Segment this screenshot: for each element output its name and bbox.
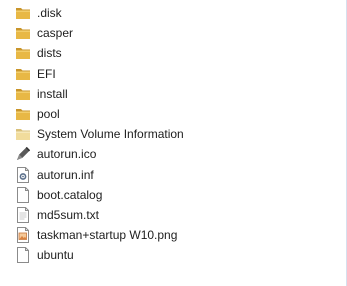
folder-icon	[14, 24, 32, 42]
file-name: EFI	[37, 66, 56, 81]
file-name: System Volume Information	[37, 127, 184, 142]
list-item[interactable]: autorun.ico	[8, 144, 338, 164]
list-item[interactable]: taskman+startup W10.png	[8, 225, 338, 245]
folder-icon	[14, 65, 32, 83]
list-item[interactable]: boot.catalog	[8, 185, 338, 205]
list-item[interactable]: autorun.inf	[8, 165, 338, 185]
file-name: ubuntu	[37, 248, 74, 263]
folder-icon	[14, 44, 32, 62]
list-item[interactable]: System Volume Information	[8, 124, 338, 144]
file-name: autorun.inf	[37, 167, 94, 182]
file-name: boot.catalog	[37, 187, 103, 202]
blank-file-icon	[14, 246, 32, 264]
locked-folder-icon	[14, 125, 32, 143]
list-item[interactable]: install	[8, 84, 338, 104]
settings-file-icon	[14, 166, 32, 184]
folder-icon	[14, 4, 32, 22]
list-item[interactable]: EFI	[8, 64, 338, 84]
list-item[interactable]: ubuntu	[8, 245, 338, 265]
file-name: pool	[37, 107, 60, 122]
list-item[interactable]: casper	[8, 23, 338, 43]
file-name: md5sum.txt	[37, 207, 100, 222]
text-file-icon	[14, 206, 32, 224]
list-item[interactable]: pool	[8, 104, 338, 124]
file-list: .disk casper dists EFI install pool Syst…	[8, 3, 338, 265]
folder-icon	[14, 85, 32, 103]
blank-file-icon	[14, 186, 32, 204]
image-file-icon	[14, 226, 32, 244]
file-name: casper	[37, 26, 74, 41]
file-list-pane: .disk casper dists EFI install pool Syst…	[0, 0, 347, 286]
list-item[interactable]: md5sum.txt	[8, 205, 338, 225]
file-name: autorun.ico	[37, 147, 97, 162]
file-name: taskman+startup W10.png	[37, 228, 178, 243]
list-item[interactable]: .disk	[8, 3, 338, 23]
pen-icon	[14, 145, 32, 163]
folder-icon	[14, 105, 32, 123]
file-name: install	[37, 86, 68, 101]
file-name: dists	[37, 46, 62, 61]
list-item[interactable]: dists	[8, 43, 338, 63]
file-name: .disk	[37, 6, 62, 21]
